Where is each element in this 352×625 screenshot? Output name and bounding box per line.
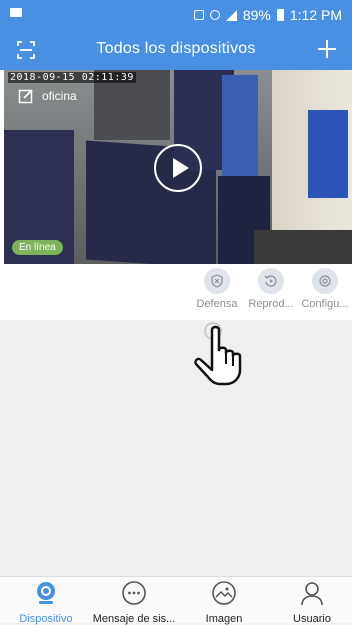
playback-button[interactable]: Reprod... [244,268,298,310]
device-actions: Defensa Reprod... Configu... [190,268,352,316]
edit-icon[interactable] [18,88,34,104]
shield-icon [204,268,230,294]
tab-image[interactable]: Imagen [180,580,268,625]
defense-button[interactable]: Defensa [190,268,244,310]
tab-system-messages[interactable]: Mensaje de sis... [90,580,178,625]
tab-user[interactable]: Usuario [268,580,352,625]
image-icon [212,581,236,605]
nfc-icon [193,10,204,20]
message-icon [122,581,146,605]
camera-icon [37,582,55,604]
signal-icon [225,9,237,21]
user-icon [301,582,323,606]
preview-scene [308,110,348,198]
bottom-tab-bar: Dispositivo Mensaje de sis... Imagen Usu… [0,576,352,625]
top-navigation-bar: Todos los dispositivos [0,30,352,70]
gear-icon [312,268,338,294]
playback-label: Reprod... [248,298,294,310]
device-name: oficina [42,89,77,103]
tab-device-label: Dispositivo [19,613,73,625]
device-card: 2018-09-15 02:11:39 oficina En línea Def… [0,70,352,320]
tab-image-label: Imagen [205,613,243,625]
pointer-hand-icon [194,325,242,386]
plus-icon[interactable] [316,38,338,60]
tab-system-messages-label: Mensaje de sis... [92,613,176,625]
status-indicators: 89% 1:12 PM [193,7,342,23]
camera-preview[interactable]: 2018-09-15 02:11:39 oficina En línea [4,70,352,264]
replay-icon [258,268,284,294]
online-status-badge: En línea [12,240,63,255]
tab-user-label: Usuario [293,613,331,625]
battery-icon [276,9,284,21]
page-title: Todos los dispositivos [96,40,256,57]
video-timestamp: 2018-09-15 02:11:39 [8,72,136,83]
device-list-area[interactable] [0,320,352,576]
defense-label: Defensa [196,298,238,310]
notification-icon [10,8,22,17]
settings-button[interactable]: Configu... [298,268,352,310]
clock: 1:12 PM [289,7,342,23]
play-icon[interactable] [154,144,202,192]
preview-scene [254,230,352,264]
device-name-row: oficina [18,88,77,104]
tab-device[interactable]: Dispositivo [2,580,90,625]
status-bar: 89% 1:12 PM [0,0,352,30]
battery-percent: 89% [242,7,271,23]
alarm-icon [209,10,220,20]
settings-label: Configu... [301,298,349,310]
